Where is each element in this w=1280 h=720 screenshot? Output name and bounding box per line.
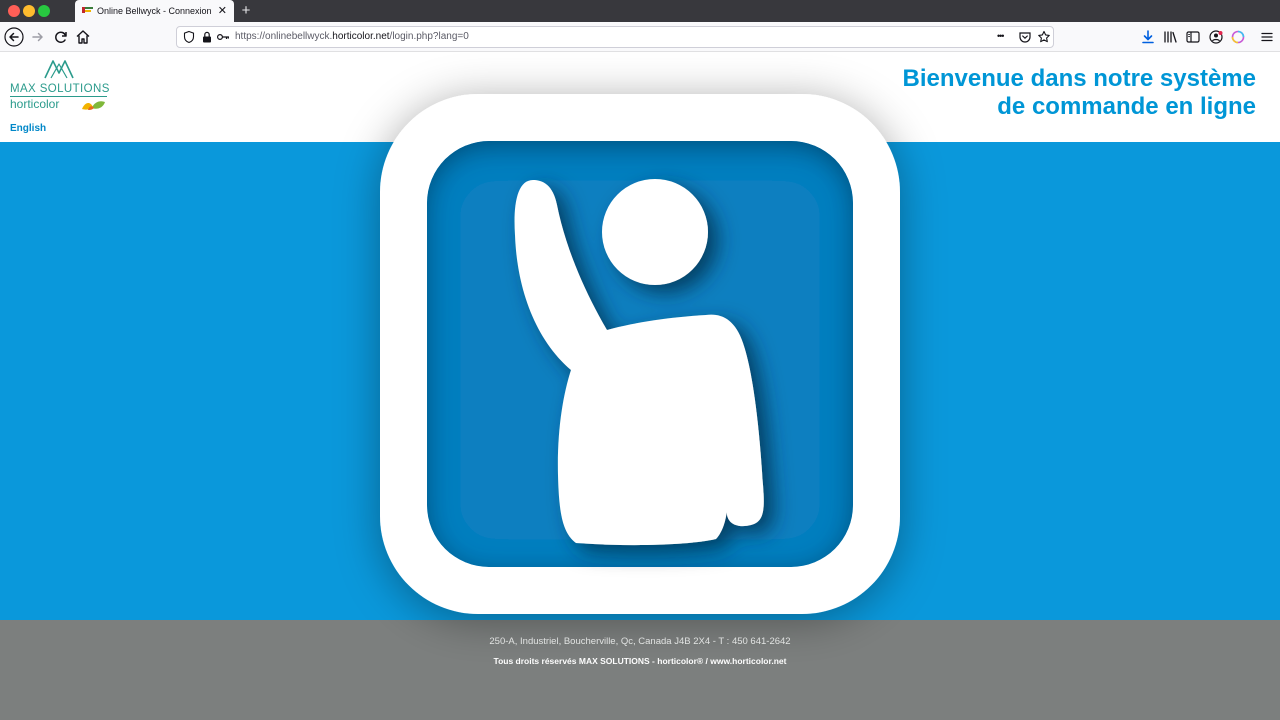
extension-icon[interactable] bbox=[1230, 29, 1246, 45]
welcome-title: Bienvenue dans notre système de commande… bbox=[903, 65, 1256, 121]
raised-hand-person-icon bbox=[380, 94, 900, 614]
pocket-icon[interactable] bbox=[1018, 30, 1032, 44]
window-maximize-button[interactable] bbox=[38, 5, 50, 17]
page-actions-menu[interactable]: ••• bbox=[997, 27, 1005, 46]
forward-arrow-icon[interactable] bbox=[28, 27, 48, 47]
key-icon[interactable] bbox=[216, 30, 230, 44]
language-switch-link[interactable]: English bbox=[10, 123, 46, 134]
tab-close-icon[interactable]: ✕ bbox=[218, 0, 227, 22]
download-icon[interactable] bbox=[1140, 29, 1156, 45]
welcome-title-line-2: de commande en ligne bbox=[997, 93, 1256, 120]
sidebar-icon[interactable] bbox=[1185, 29, 1201, 45]
window-close-button[interactable] bbox=[8, 5, 20, 17]
max-solutions-logo-icon bbox=[44, 60, 74, 79]
back-arrow-icon[interactable] bbox=[4, 27, 24, 47]
home-icon[interactable] bbox=[73, 27, 93, 47]
url-text[interactable]: https://onlinebellwyck.horticolor.net/lo… bbox=[235, 27, 469, 47]
reload-icon[interactable] bbox=[51, 27, 71, 47]
leaf-icon bbox=[82, 101, 105, 110]
library-icon[interactable] bbox=[1162, 29, 1178, 45]
browser-titlebar: Online Bellwyck - Connexion ✕ + bbox=[0, 0, 1280, 22]
account-icon[interactable] bbox=[1208, 29, 1224, 45]
tab-title: Online Bellwyck - Connexion bbox=[97, 6, 212, 16]
star-icon[interactable] bbox=[1037, 30, 1051, 44]
tab-favicon-icon bbox=[82, 7, 93, 13]
window-minimize-button[interactable] bbox=[23, 5, 35, 17]
menu-icon[interactable] bbox=[1259, 29, 1275, 45]
logo-brand-name: horticolor bbox=[10, 97, 60, 111]
shield-icon[interactable] bbox=[182, 30, 196, 44]
tab-active[interactable]: Online Bellwyck - Connexion ✕ bbox=[75, 0, 234, 22]
logo-company-name: MAX SOLUTIONS bbox=[10, 83, 110, 95]
new-tab-button[interactable]: + bbox=[238, 0, 254, 22]
lock-icon[interactable] bbox=[200, 30, 214, 44]
welcome-title-line-1: Bienvenue dans notre système bbox=[902, 65, 1256, 92]
